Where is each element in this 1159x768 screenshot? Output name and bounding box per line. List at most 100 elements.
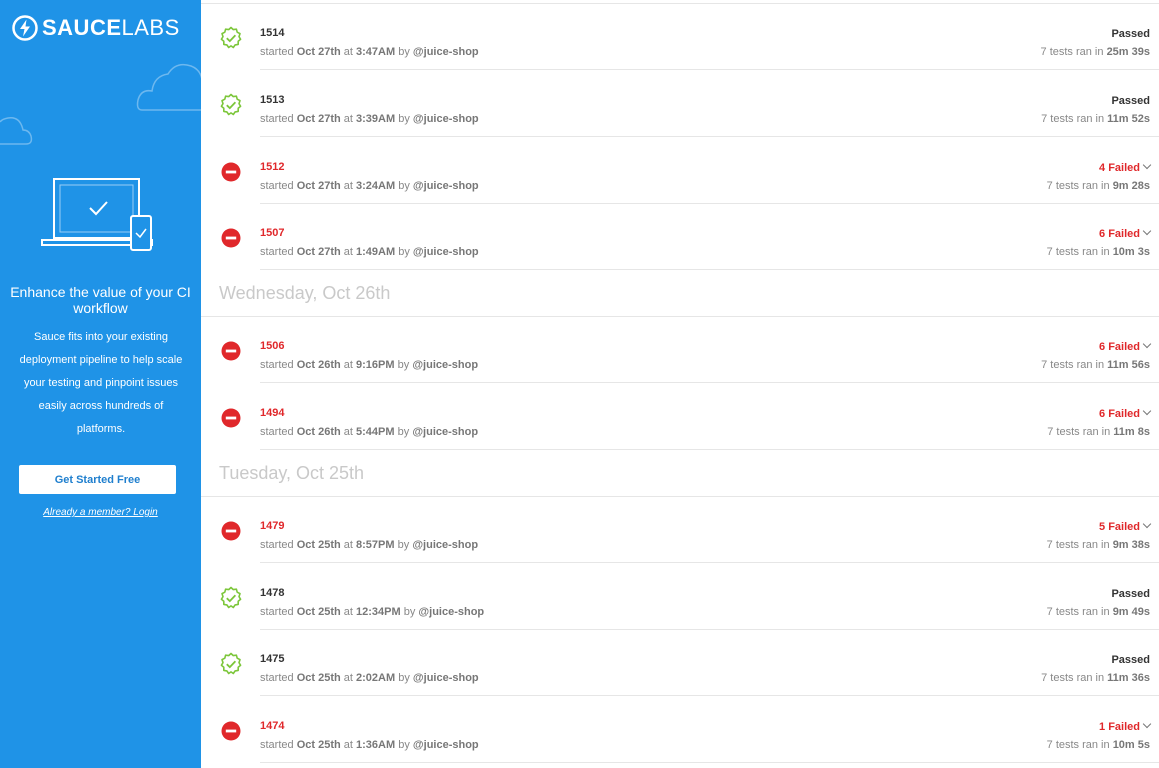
chevron-down-icon[interactable]	[1142, 339, 1152, 349]
build-number-link[interactable]: 1512	[260, 161, 284, 173]
build-user-link[interactable]: @juice-shop	[412, 539, 478, 551]
member-login-link[interactable]: Already a member? Login	[0, 507, 201, 518]
started-label: started	[260, 538, 294, 551]
failed-badge-icon	[221, 228, 241, 248]
build-user-link[interactable]: @juice-shop	[412, 426, 478, 438]
result-label: 6 Failed	[1099, 408, 1140, 420]
chevron-down-icon[interactable]	[1142, 160, 1152, 169]
at-label: at	[343, 538, 353, 551]
test-count: 7	[1046, 246, 1053, 259]
tests-ran-label: tests ran in	[1055, 538, 1110, 551]
build-user-link[interactable]: @juice-shop	[413, 113, 479, 125]
test-duration: 7 tests ran in 11m 52s	[1041, 113, 1150, 125]
by-label: by	[398, 246, 410, 259]
build-number-link[interactable]: 1474	[260, 720, 284, 732]
result-label: 4 Failed	[1099, 161, 1140, 174]
build-meta: started Oct 26th at 5:44PM by @juice-sho…	[260, 426, 478, 438]
by-label: by	[398, 46, 410, 58]
test-count: 7	[1040, 46, 1047, 58]
at-label: at	[343, 426, 353, 438]
build-row[interactable]: 1507 started Oct 27th at 1:49AM by @juice…	[201, 204, 1159, 271]
tests-ran-label: tests ran in	[1055, 179, 1110, 192]
tests-ran-label: tests ran in	[1050, 112, 1105, 125]
by-label: by	[398, 739, 410, 752]
build-row[interactable]: 1514 started Oct 27th at 3:47AM by @juice…	[201, 4, 1159, 70]
build-date: Oct 25th	[296, 739, 341, 752]
build-row[interactable]: 1512 started Oct 27th at 3:24AM by @juice…	[201, 138, 1159, 204]
test-count: 7	[1046, 605, 1053, 618]
saucelabs-logo[interactable]: SAUCELABS	[12, 14, 180, 42]
result-label: Passed	[1111, 587, 1150, 600]
by-label: by	[403, 605, 416, 618]
result-label: 1 Failed	[1099, 721, 1140, 734]
failed-result-toggle[interactable]: 6 Failed	[1099, 406, 1152, 420]
build-meta: started Oct 25th at 8:57PM by @juice-sho…	[260, 539, 478, 551]
test-duration: 7 tests ran in 25m 39s	[1041, 46, 1151, 58]
build-date: Oct 26th	[296, 359, 341, 372]
build-number-link[interactable]: 1475	[260, 653, 284, 665]
at-label: at	[343, 359, 353, 372]
cloud-decoration-icon	[0, 117, 33, 145]
build-user-link[interactable]: @juice-shop	[412, 359, 478, 371]
build-time: 2:02AM	[356, 672, 396, 685]
build-row[interactable]: 1494 started Oct 26th at 5:44PM by @juice…	[201, 384, 1159, 450]
chevron-down-icon[interactable]	[1142, 519, 1152, 529]
started-label: started	[260, 246, 294, 259]
build-user-link[interactable]: @juice-shop	[413, 739, 479, 751]
build-number-link[interactable]: 1479	[260, 520, 284, 532]
build-number-link[interactable]: 1507	[260, 227, 284, 239]
chevron-down-icon[interactable]	[1142, 227, 1152, 236]
passed-result: Passed	[1111, 588, 1150, 600]
build-meta: started Oct 25th at 1:36AM by @juice-sho…	[260, 739, 479, 751]
build-meta: started Oct 27th at 3:39AM by @juice-sho…	[260, 113, 479, 125]
build-user-link[interactable]: @juice-shop	[413, 246, 479, 258]
failed-result-toggle[interactable]: 5 Failed	[1099, 519, 1152, 533]
cloud-decoration-icon	[136, 63, 201, 111]
at-label: at	[343, 739, 353, 752]
build-number-link[interactable]: 1478	[260, 587, 284, 599]
build-row[interactable]: 1506 started Oct 26th at 9:16PM by @juice…	[201, 317, 1159, 384]
build-user-link[interactable]: @juice-shop	[418, 606, 484, 618]
test-duration: 7 tests ran in 9m 38s	[1047, 539, 1150, 551]
build-number-link[interactable]: 1513	[260, 94, 284, 106]
build-history-list: 1514 started Oct 27th at 3:47AM by @juice…	[201, 0, 1159, 768]
build-user-link[interactable]: @juice-shop	[413, 180, 479, 192]
chevron-down-icon[interactable]	[1142, 719, 1152, 729]
result-label: Passed	[1111, 94, 1150, 107]
build-date: Oct 27th	[296, 46, 341, 58]
logo-text: SAUCELABS	[42, 15, 180, 41]
failed-result-toggle[interactable]: 1 Failed	[1099, 719, 1152, 734]
duration-value: 9m 28s	[1112, 179, 1150, 192]
tests-ran-label: tests ran in	[1055, 605, 1110, 618]
started-label: started	[260, 605, 294, 618]
passed-result: Passed	[1111, 654, 1150, 666]
at-label: at	[343, 246, 353, 259]
build-row[interactable]: 1474 started Oct 25th at 1:36AM by @juice…	[201, 697, 1159, 764]
started-label: started	[260, 179, 294, 192]
failed-result-toggle[interactable]: 6 Failed	[1099, 339, 1152, 353]
chevron-down-icon[interactable]	[1142, 406, 1152, 416]
build-row[interactable]: 1479 started Oct 25th at 8:57PM by @juice…	[201, 497, 1159, 563]
build-row[interactable]: 1478 started Oct 25th at 12:34PM by @juic…	[201, 564, 1159, 630]
build-number-link[interactable]: 1514	[260, 27, 284, 39]
passed-result: Passed	[1111, 95, 1150, 107]
result-label: 5 Failed	[1099, 520, 1140, 533]
build-time: 5:44PM	[356, 426, 395, 438]
failed-result-toggle[interactable]: 6 Failed	[1099, 227, 1152, 240]
test-count: 7	[1047, 426, 1054, 438]
build-row[interactable]: 1475 started Oct 25th at 2:02AM by @juice…	[201, 630, 1159, 697]
build-meta: started Oct 25th at 12:34PM by @juice-sh…	[260, 606, 484, 618]
duration-value: 10m 3s	[1112, 246, 1150, 259]
failed-result-toggle[interactable]: 4 Failed	[1099, 160, 1152, 174]
get-started-free-button[interactable]: Get Started Free	[19, 465, 176, 494]
build-time: 8:57PM	[356, 538, 395, 551]
build-user-link[interactable]: @juice-shop	[413, 46, 479, 58]
build-number-link[interactable]: 1494	[260, 407, 284, 419]
build-date: Oct 27th	[296, 246, 341, 259]
result-label: Passed	[1111, 654, 1150, 667]
test-duration: 7 tests ran in 11m 36s	[1041, 672, 1150, 684]
build-number-link[interactable]: 1506	[260, 340, 284, 352]
build-row[interactable]: 1513 started Oct 27th at 3:39AM by @juice…	[201, 71, 1159, 137]
build-user-link[interactable]: @juice-shop	[413, 672, 479, 684]
duration-value: 11m 56s	[1107, 359, 1150, 372]
